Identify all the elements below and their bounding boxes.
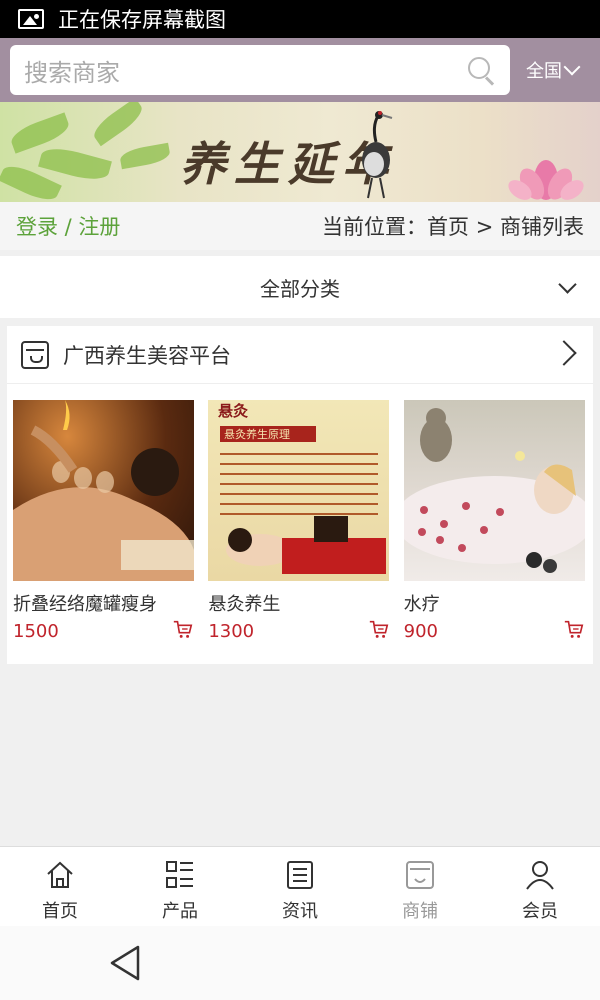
cart-icon[interactable] — [563, 618, 585, 640]
tab-products[interactable]: 产品 — [120, 847, 240, 926]
image-heading: 悬灸 — [218, 402, 248, 420]
banner[interactable]: 养生延年 — [0, 102, 600, 202]
region-label: 全国 — [526, 61, 562, 82]
product-item[interactable]: 折叠经络魔罐瘦身 1500 — [13, 400, 202, 642]
store-header[interactable]: 广西养生美容平台 — [7, 326, 593, 384]
product-name[interactable]: 折叠经络魔罐瘦身 — [13, 590, 202, 616]
breadcrumb: 当前位置：首页 > 商铺列表 — [322, 215, 584, 239]
product-image[interactable] — [403, 400, 585, 581]
product-list: 折叠经络魔罐瘦身 1500 悬灸 悬灸养生原理 悬灸养生 1300 水疗 900 — [7, 400, 593, 642]
product-image[interactable] — [13, 400, 194, 581]
tab-stores[interactable]: 商铺 — [360, 847, 480, 926]
bottom-tab-bar: 首页 产品 资讯 商铺 会员 — [0, 846, 600, 926]
tab-label: 产品 — [162, 901, 198, 922]
home-icon — [47, 861, 73, 888]
store-card: 广西养生美容平台 折叠经络魔罐瘦身 1500 悬灸 悬灸养生原理 悬灸养生 13… — [7, 326, 593, 664]
store-icon — [406, 861, 434, 889]
back-icon[interactable] — [108, 944, 142, 982]
status-bar: 正在保存屏幕截图 — [0, 0, 600, 38]
tab-member[interactable]: 会员 — [480, 847, 600, 926]
category-label: 全部分类 — [260, 276, 340, 301]
user-icon — [526, 861, 554, 890]
product-name[interactable]: 悬灸养生 — [208, 590, 397, 616]
tab-label: 商铺 — [402, 901, 438, 922]
cart-icon[interactable] — [368, 618, 390, 640]
image-subheading: 悬灸养生原理 — [224, 427, 290, 441]
chevron-right-icon[interactable] — [551, 340, 577, 366]
image-icon — [18, 9, 44, 29]
status-text: 正在保存屏幕截图 — [58, 8, 226, 32]
category-dropdown[interactable]: 全部分类 — [0, 256, 600, 318]
cart-icon[interactable] — [172, 618, 194, 640]
login-register-link[interactable]: 登录 / 注册 — [16, 211, 120, 241]
chevron-down-icon — [558, 275, 577, 294]
search-placeholder: 搜索商家 — [24, 58, 120, 87]
tab-label: 会员 — [522, 901, 558, 922]
search-input[interactable]: 搜索商家 — [10, 45, 510, 95]
lotus-illustration — [508, 160, 584, 200]
chevron-down-icon — [563, 58, 581, 76]
list-icon — [166, 861, 193, 888]
news-icon — [287, 861, 313, 889]
tab-label: 首页 — [42, 901, 78, 922]
product-image[interactable]: 悬灸 悬灸养生原理 — [208, 400, 390, 581]
crane-illustration — [362, 111, 393, 199]
tab-label: 资讯 — [282, 901, 318, 922]
product-item[interactable]: 水疗 900 — [403, 400, 593, 642]
product-item[interactable]: 悬灸 悬灸养生原理 悬灸养生 1300 — [208, 400, 397, 642]
region-selector[interactable]: 全国 — [526, 57, 581, 83]
search-bar: 搜索商家 全国 — [0, 38, 600, 102]
tab-home[interactable]: 首页 — [0, 847, 120, 926]
store-name: 广西养生美容平台 — [63, 343, 231, 368]
store-icon — [21, 340, 49, 369]
search-icon[interactable] — [466, 55, 496, 86]
breadcrumb-bar: 登录 / 注册 当前位置：首页 > 商铺列表 — [0, 202, 600, 250]
tab-news[interactable]: 资讯 — [240, 847, 360, 926]
product-name[interactable]: 水疗 — [404, 590, 593, 616]
system-nav-bar — [0, 926, 600, 1000]
